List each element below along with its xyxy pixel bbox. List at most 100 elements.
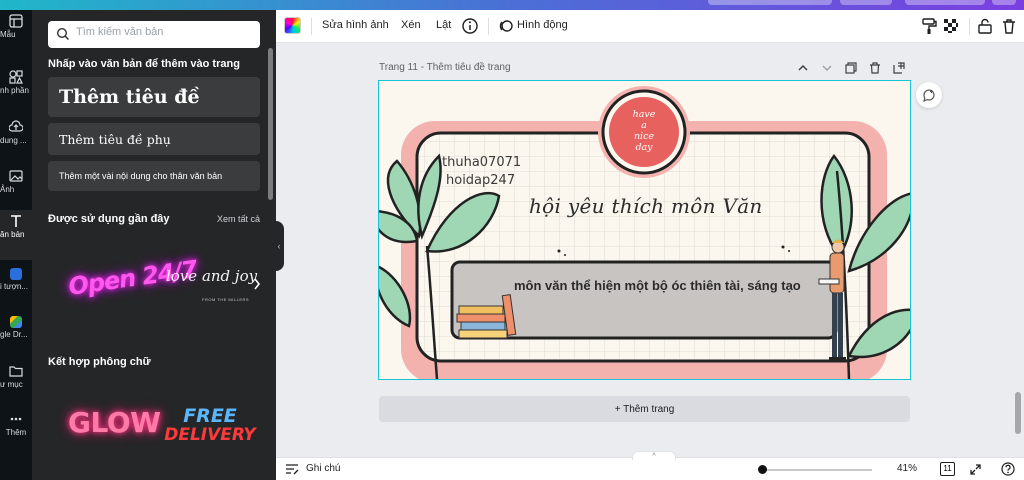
add-page-button[interactable]: + Thêm trang [379,396,910,422]
rail-item-more[interactable]: Thêm [0,408,32,454]
rail-item-folders[interactable]: ư mục [0,360,32,406]
rail-item-photos[interactable]: Ảnh [0,165,32,211]
notes-button[interactable]: Ghi chú [306,463,340,474]
badge-line: day [635,142,653,153]
rail-label: Mẫu [0,30,16,39]
add-page-icon[interactable] [893,62,905,74]
rail-label: i tượn... [0,282,28,291]
rail-item-app[interactable]: i tượn... [0,260,32,306]
lock-icon[interactable] [976,17,994,35]
banner-quote-text[interactable]: môn văn thể hiện một bộ óc thiên tài, sá… [514,278,801,293]
see-all-link[interactable]: Xem tất cả [217,214,260,224]
crop-button[interactable]: Xén [401,19,421,31]
color-picker-swatch[interactable] [284,17,301,34]
badge-text: have a nice day [621,109,667,153]
animate-button[interactable]: Hình động [517,19,568,31]
page-title-label[interactable]: Trang 11 - Thêm tiêu đề trang [379,62,511,73]
more-icon [10,417,22,421]
text-side-panel: Nhấp vào văn bản để thêm vào trang Thêm … [32,10,284,480]
rail-label: Thêm [5,428,27,437]
toolbar-divider [488,18,489,35]
notes-icon [286,464,299,475]
recent-text-open[interactable]: Open 24/7 [54,255,199,312]
left-icon-rail: Mẫu nh phần dung ... Ảnh ăn bản i tượn..… [0,10,32,480]
click-to-add-title: Nhấp vào văn bản để thêm vào trang [48,58,240,70]
folder-icon [9,366,23,377]
rail-label: nh phần [0,86,29,95]
expand-pages-handle[interactable]: ^ [632,451,676,460]
top-header-bar [0,0,1024,10]
rail-label: ư mục [0,380,23,389]
design-page[interactable]: have a nice day thuha07071 hoidap247 hội… [378,80,911,380]
page-count-button[interactable]: 11 [940,462,955,476]
combo-free-text: FREE [183,405,237,427]
fullscreen-icon[interactable] [969,463,982,476]
trash-icon[interactable] [1000,17,1018,35]
combo-delivery-text: DELIVERY [164,425,256,445]
upload-icon [9,120,23,132]
add-body-text-button[interactable]: Thêm một vài nội dung cho thân văn bản [48,161,260,191]
elements-icon [9,70,23,84]
rail-item-google-drive[interactable]: gle Dr... [0,308,32,354]
add-subheading-button[interactable]: Thêm tiêu đề phụ [48,123,260,155]
zoom-level[interactable]: 41% [897,463,917,474]
search-box[interactable] [48,21,260,48]
panel-scrollbar[interactable] [268,48,273,200]
comment-icon [923,89,935,102]
rail-item-elements[interactable]: nh phần [0,66,32,112]
text-icon [11,215,21,227]
rail-label: dung ... [0,136,27,145]
rail-label: ăn bản [0,230,25,239]
zoom-slider-handle[interactable] [758,465,767,474]
template-icon [9,14,23,28]
rail-item-templates[interactable]: Mẫu [0,10,32,56]
toolbar-divider [969,18,970,35]
badge-line: have [632,109,656,120]
recently-used-title: Được sử dụng gần đây [48,213,170,225]
rail-label: Ảnh [0,185,15,194]
transparency-icon[interactable] [942,17,960,35]
animate-icon[interactable] [497,17,515,35]
header-button[interactable] [905,0,985,5]
canvas-scrollbar[interactable] [1015,392,1021,434]
username-text[interactable]: thuha07071 [442,155,521,170]
collapse-panel-handle[interactable]: ‹ [274,221,284,271]
font-combos-title: Kết hợp phông chữ [48,356,151,368]
header-button[interactable] [708,0,832,5]
search-input[interactable] [76,26,251,38]
badge-line: a [641,120,647,131]
google-drive-icon [10,316,22,328]
rail-item-uploads[interactable]: dung ... [0,116,32,162]
recent-love-subtext: FROM THE MILLERS [202,297,250,302]
search-icon [56,27,70,41]
rail-item-text[interactable]: ăn bản [0,210,32,260]
add-heading-button[interactable]: Thêm tiêu đề [48,77,260,117]
rail-label: gle Dr... [0,330,28,339]
delete-page-icon[interactable] [869,62,881,74]
combo-free-delivery[interactable]: FREE DELIVERY [162,407,258,449]
zoom-slider-track[interactable] [762,469,872,471]
combo-glow[interactable]: GLOW [68,406,161,439]
paint-format-icon[interactable] [920,17,938,35]
help-icon[interactable] [1001,462,1015,476]
photo-icon [9,170,23,182]
add-comment-button[interactable] [916,82,942,108]
header-button[interactable] [840,0,892,5]
flip-button[interactable]: Lật [436,19,451,31]
edit-image-button[interactable]: Sửa hình ảnh [322,19,389,31]
headline-text[interactable]: hội yêu thích môn Văn [529,194,763,218]
editor-toolbar: Sửa hình ảnh Xén Lật Hình động [276,10,1024,43]
chevron-down-icon[interactable] [821,63,833,73]
toolbar-divider [311,18,312,35]
recent-text-love-and-joy[interactable]: love and joy FROM THE MILLERS [164,264,264,310]
badge-line: nice [633,131,655,142]
recent-love-text: love and joy [166,267,258,285]
info-icon[interactable] [461,17,479,35]
duplicate-page-icon[interactable] [845,62,857,74]
bottom-status-bar: ^ Ghi chú 41% 11 [276,451,1024,480]
site-text[interactable]: hoidap247 [446,173,515,188]
app-icon [10,268,22,280]
header-button[interactable] [992,0,1016,5]
chevron-right-icon[interactable] [253,278,261,290]
chevron-up-icon[interactable] [797,63,809,73]
